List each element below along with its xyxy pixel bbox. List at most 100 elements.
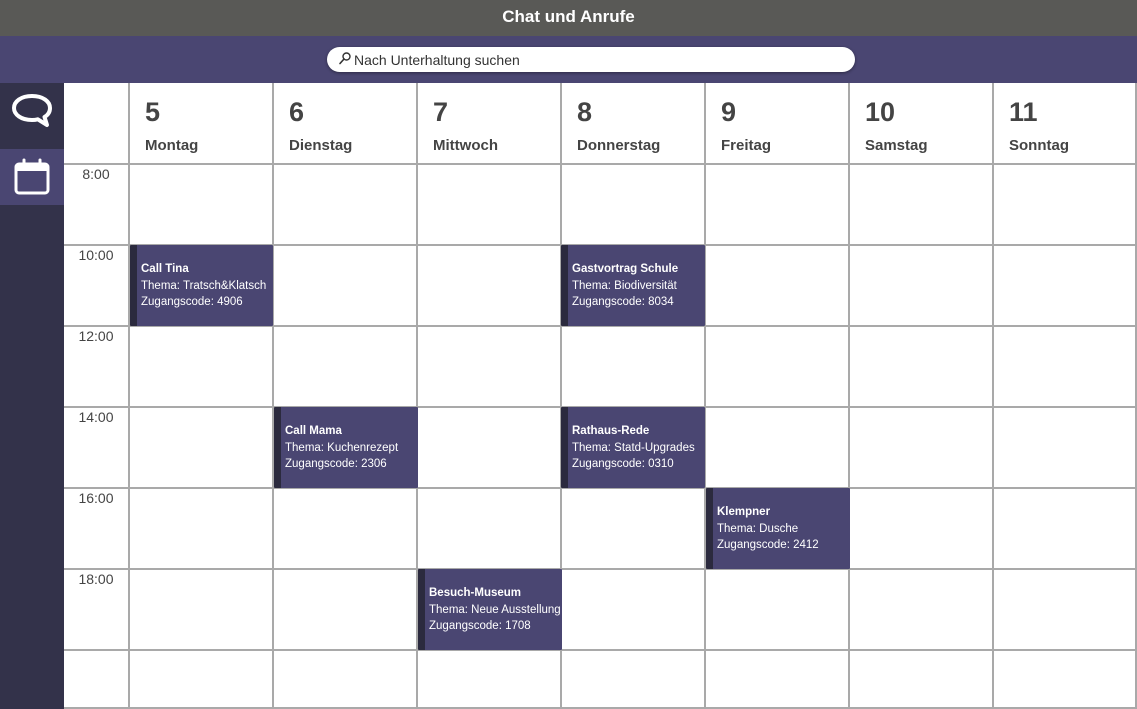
search-input[interactable] [354,49,844,70]
day-name: Montag [145,137,199,154]
day-number: 11 [1009,97,1038,127]
time-slot-cell[interactable] [274,165,418,246]
day-header-tuesday[interactable]: 6 Dienstag [274,83,418,165]
day-number: 10 [865,97,896,127]
time-slot-cell[interactable] [562,165,706,246]
search-bar-area [0,36,1137,83]
time-slot-cell[interactable] [562,570,706,651]
window-title: Chat und Anrufe [502,7,635,26]
time-slot-cell[interactable] [994,246,1137,327]
day-header-sunday[interactable]: 11 Sonntag [994,83,1137,165]
time-slot-cell[interactable] [706,165,850,246]
time-slot-cell[interactable] [994,408,1137,489]
time-slot-cell[interactable] [418,246,562,327]
time-slot-cell[interactable] [706,327,850,408]
time-slot-cell[interactable] [562,651,706,709]
time-label: 16:00 [78,490,114,506]
event-besuch-museum[interactable]: Besuch-Museum Thema: Neue Ausstellung Zu… [418,569,562,650]
time-slot-cell[interactable] [994,651,1137,709]
time-slot-cell[interactable] [850,651,994,709]
time-slot-cell[interactable] [994,165,1137,246]
time-label: 18:00 [78,571,114,587]
event-code: Zugangscode: 2412 [717,539,819,551]
time-slot-cell[interactable] [130,408,274,489]
time-slot-cell[interactable] [418,327,562,408]
event-call-mama[interactable]: Call Mama Thema: Kuchenrezept Zugangscod… [274,407,418,488]
event-topic: Thema: Dusche [717,522,799,535]
day-number: 5 [145,97,161,127]
time-label: 12:00 [78,328,114,344]
day-name: Donnerstag [577,137,661,154]
event-rathaus-rede[interactable]: Rathaus-Rede Thema: Statd-Upgrades Zugan… [561,407,705,488]
time-slot-cell[interactable] [994,570,1137,651]
event-title: Klempner [717,506,771,518]
search-box[interactable] [327,47,855,72]
event-klempner[interactable]: Klempner Thema: Dusche Zugangscode: 2412 [706,488,850,569]
time-slot-label-cell [64,651,130,709]
day-number: 8 [577,97,593,127]
day-header-saturday[interactable]: 10 Samstag [850,83,994,165]
calendar-icon [14,158,50,195]
event-topic: Thema: Tratsch&Klatsch [141,279,267,292]
day-name: Dienstag [289,137,353,154]
time-slot-cell[interactable] [274,489,418,570]
event-topic: Thema: Biodiversität [572,279,677,292]
time-slot-cell[interactable] [418,489,562,570]
time-slot-cell[interactable] [274,246,418,327]
event-topic: Thema: Statd-Upgrades [572,441,695,454]
event-title: Gastvortrag Schule [572,263,679,275]
time-slot-cell[interactable] [706,651,850,709]
time-slot-cell[interactable] [130,570,274,651]
event-call-tina[interactable]: Call Tina Thema: Tratsch&Klatsch Zugangs… [130,245,273,326]
time-slot-cell[interactable] [274,570,418,651]
time-slot-cell[interactable] [418,165,562,246]
event-title: Call Tina [141,263,189,275]
day-name: Freitag [721,137,772,154]
time-slot-cell[interactable] [562,489,706,570]
time-slot-cell[interactable] [706,408,850,489]
event-code: Zugangscode: 2306 [285,458,387,470]
time-slot-cell[interactable] [130,651,274,709]
event-code: Zugangscode: 1708 [429,620,531,632]
day-header-friday[interactable]: 9 Freitag [706,83,850,165]
title-bar: Chat und Anrufe [0,0,1137,36]
time-slot-cell[interactable] [418,651,562,709]
sidebar-item-chat[interactable] [0,83,64,139]
chat-bubble-icon [12,94,52,127]
event-code: Zugangscode: 0310 [572,458,674,470]
time-slot-cell[interactable] [850,327,994,408]
time-slot-cell[interactable] [274,651,418,709]
time-slot-cell[interactable] [706,246,850,327]
time-column-header [64,83,130,165]
time-label: 8:00 [82,166,110,182]
event-title: Call Mama [285,425,342,437]
day-number: 9 [721,97,737,127]
time-slot-cell[interactable] [562,327,706,408]
time-slot-cell[interactable] [418,408,562,489]
event-gastvortrag-schule[interactable]: Gastvortrag Schule Thema: Biodiversität … [561,245,705,326]
sidebar-item-calendar[interactable] [0,149,64,205]
time-label: 10:00 [78,247,114,263]
time-slot-cell[interactable] [130,327,274,408]
day-number: 6 [289,97,305,127]
time-slot-cell[interactable] [850,570,994,651]
day-header-wednesday[interactable]: 7 Mittwoch [418,83,562,165]
day-name: Samstag [865,137,928,154]
time-slot-cell[interactable] [850,165,994,246]
time-slot-cell[interactable] [994,489,1137,570]
day-header-thursday[interactable]: 8 Donnerstag [562,83,706,165]
time-slot-cell[interactable] [130,165,274,246]
time-slot-cell[interactable] [994,327,1137,408]
time-slot-cell[interactable] [274,327,418,408]
time-slot-cell[interactable] [850,408,994,489]
event-topic: Thema: Neue Ausstellung [429,603,561,616]
event-topic: Thema: Kuchenrezept [285,441,399,454]
time-slot-cell[interactable] [706,570,850,651]
day-header-monday[interactable]: 5 Montag [130,83,274,165]
time-slot-cell[interactable] [850,489,994,570]
time-slot-cell[interactable] [850,246,994,327]
time-slot-cell[interactable] [130,489,274,570]
event-title: Rathaus-Rede [572,425,650,437]
event-title: Besuch-Museum [429,587,522,599]
event-code: Zugangscode: 8034 [572,296,674,308]
